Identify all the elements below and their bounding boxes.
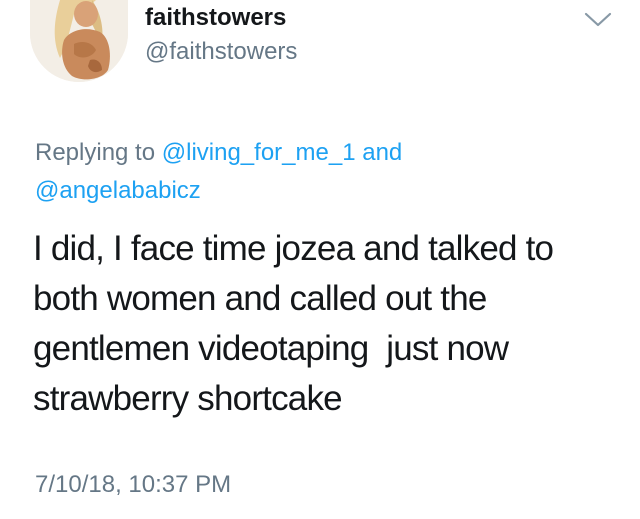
author-display-name[interactable]: faithstowers <box>145 4 286 32</box>
author-handle[interactable]: @faithstowers <box>145 38 297 66</box>
tweet-text: I did, I face time jozea and talked to b… <box>33 229 563 418</box>
avatar-photo <box>30 0 128 82</box>
mention-link[interactable]: @angelababicz <box>35 177 201 204</box>
reply-context: Replying to @living_for_me_1 and @angela… <box>35 134 595 210</box>
reply-conjunction[interactable]: and <box>362 139 402 166</box>
author-avatar[interactable] <box>30 0 128 82</box>
mention-link[interactable]: @living_for_me_1 <box>162 139 356 166</box>
chevron-down-icon[interactable] <box>583 10 613 30</box>
tweet-timestamp[interactable]: 7/10/18, 10:37 PM <box>35 471 231 499</box>
reply-prefix: Replying to <box>35 139 156 166</box>
